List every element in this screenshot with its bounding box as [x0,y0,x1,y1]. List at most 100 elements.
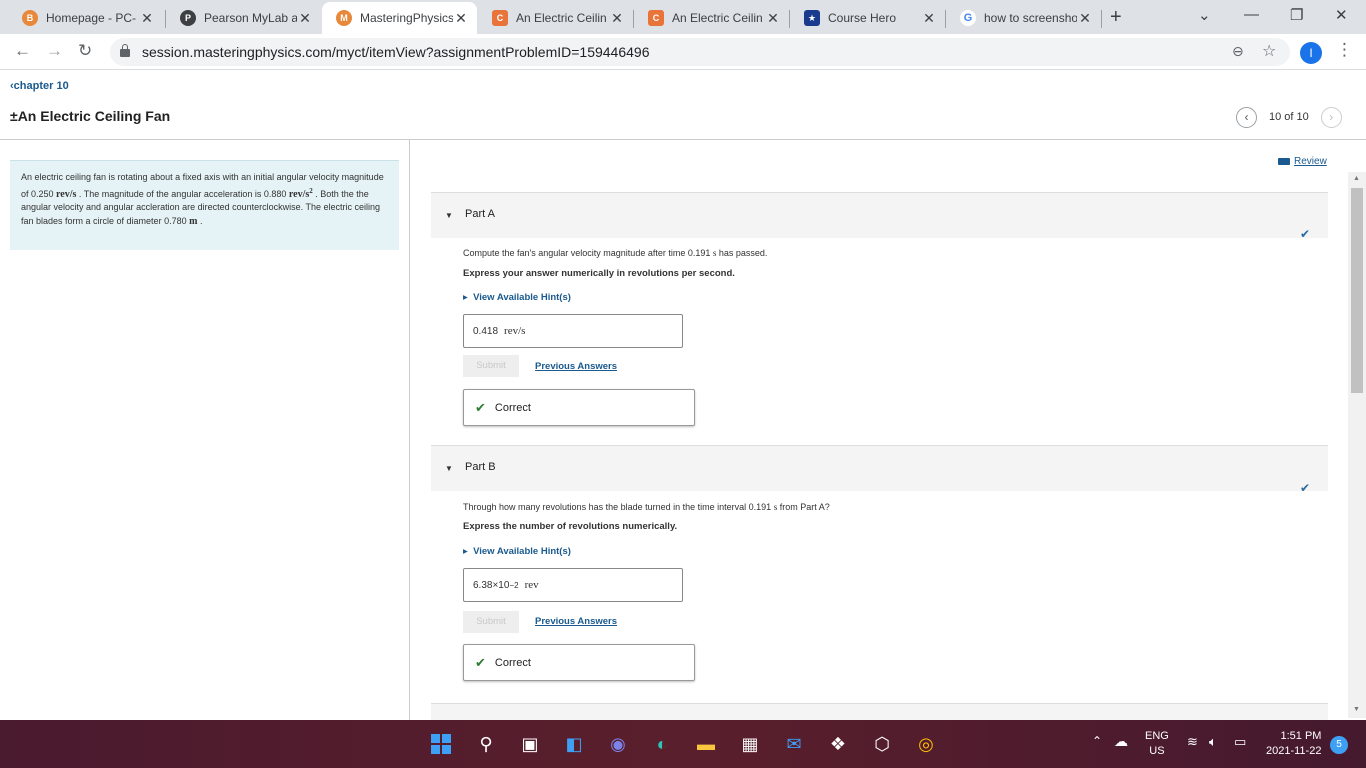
submit-button[interactable]: Submit [463,355,519,377]
breadcrumb[interactable]: ‹chapter 10 [10,80,69,92]
part-label: Part A [465,208,495,220]
close-icon[interactable]: ✕ [765,10,781,27]
chevron-up-icon[interactable]: ⌃ [1092,734,1102,748]
tab-title: An Electric Ceilin [516,11,607,25]
answer-value: 0.418 [473,325,499,337]
scroll-down-arrow-icon[interactable]: ▼ [1353,706,1360,713]
close-icon[interactable]: ✕ [453,10,469,27]
mail-icon[interactable]: ✉ [780,730,808,758]
url-text: session.masteringphysics.com/myct/itemVi… [142,44,650,60]
microsoft-store-icon[interactable]: ▦ [736,730,764,758]
pearson-favicon-icon: P [180,10,196,26]
submit-button[interactable]: Submit [463,611,519,633]
close-icon[interactable]: ✕ [297,10,313,27]
tab-search-chevron-icon[interactable]: ⌄ [1198,6,1211,24]
part-c-header[interactable] [431,703,1328,720]
clock[interactable]: 1:51 PM 2021-11-22 [1266,730,1321,757]
part-a-header[interactable]: ▼ Part A ✔ [431,192,1328,241]
chrome-icon[interactable]: ◎ [912,730,940,758]
browser-tab-mastering-physics[interactable]: M MasteringPhysics ✕ [322,2,477,34]
part-b-header[interactable]: ▼ Part B ✔ [431,445,1328,495]
tab-separator [1101,10,1102,28]
search-icon[interactable]: ⚲ [472,730,500,758]
answer-field[interactable]: 0.418 rev/s [463,314,683,348]
tab-title: An Electric Ceilin [672,11,763,25]
minimize-icon[interactable]: — [1244,6,1259,23]
close-icon[interactable]: ✕ [609,10,625,27]
feedback-text: Correct [494,656,531,669]
checkmark-icon: ✔ [1299,227,1310,241]
edge-browser-icon[interactable]: ◐ [648,730,676,758]
previous-item-button[interactable]: ‹ [1236,106,1257,128]
window-close-icon[interactable]: ✕ [1335,6,1348,24]
next-item-button[interactable]: › [1320,106,1342,128]
scroll-up-arrow-icon[interactable]: ▲ [1353,175,1360,182]
view-hints-link[interactable]: ▸ View Available Hint(s) [463,546,571,557]
answer-field[interactable]: 6.38×10 −2 rev [463,568,683,602]
page-title: ±An Electric Ceiling Fan [10,108,170,124]
task-view-icon[interactable]: ▣ [516,730,544,758]
windows-taskbar: ⚲ ▣ ◧ ◉ ◐ ▬ ▦ ✉ ❖ ⬡ ◎ ⌃ ☁ ENG US ≋ 🔈︎ ▭ … [0,720,1366,768]
browser-tab-chegg-1[interactable]: C An Electric Ceilin ✕ [478,4,633,32]
breadcrumb-label: chapter 10 [13,80,69,92]
browser-tab-bar: B Homepage - PC- ✕ P Pearson MyLab a ✕ M… [0,0,1366,34]
question-text: Through how many revolutions has the bla… [463,502,830,512]
browser-tab-course-hero[interactable]: ★ Course Hero ✕ [790,4,945,32]
browser-tab-homepage[interactable]: B Homepage - PC- ✕ [8,4,163,32]
zoom-magnifier-icon[interactable]: ⊖ [1232,43,1244,60]
scrollbar-thumb[interactable] [1351,188,1363,393]
browser-tab-chegg-2[interactable]: C An Electric Ceilin ✕ [634,4,789,32]
close-icon[interactable]: ✕ [921,10,937,27]
problem-statement: An electric ceiling fan is rotating abou… [10,160,399,250]
tab-title: MasteringPhysics [360,11,453,25]
back-arrow-icon[interactable]: ← [14,41,31,61]
reload-icon[interactable]: ↻ [78,41,92,61]
bookmark-star-icon[interactable]: ☆ [1262,41,1276,61]
battery-icon[interactable]: ▭ [1234,734,1246,750]
browser-tab-pearson[interactable]: P Pearson MyLab a ✕ [166,4,321,32]
caret-right-icon: ▸ [463,292,468,303]
tab-title: Pearson MyLab a [204,11,297,25]
notification-badge[interactable]: 5 [1330,736,1348,754]
pager-count: 10 of 10 [1269,111,1309,123]
language-indicator[interactable]: ENG US [1145,730,1169,757]
problem-text: . [197,215,203,226]
language-code: ENG [1145,730,1169,742]
answer-unit: rev [524,579,539,591]
new-tab-plus-icon[interactable]: + [1110,6,1122,29]
windows-start-icon[interactable] [431,734,451,754]
previous-answers-link[interactable]: Previous Answers [535,361,617,372]
app-icon[interactable]: ⬡ [868,730,896,758]
tab-title: Homepage - PC- [46,11,137,25]
teams-chat-icon[interactable]: ◉ [604,730,632,758]
part-b: ▼ Part B ✔ Through how many revolutions … [431,445,1328,690]
browser-tab-google[interactable]: G how to screensho ✕ [946,4,1101,32]
cloud-icon[interactable]: ☁ [1114,733,1128,750]
dropbox-icon[interactable]: ❖ [824,730,852,758]
forward-arrow-icon[interactable]: → [46,41,63,61]
unit-text: rev/s [288,188,310,200]
answer-unit: rev/s [504,325,526,337]
widgets-icon[interactable]: ◧ [560,730,588,758]
clock-date: 2021-11-22 [1266,745,1322,757]
close-icon[interactable]: ✕ [1077,10,1093,27]
answer-value: 6.38×10 [473,579,510,591]
coursehero-favicon-icon: ★ [804,10,820,26]
wifi-icon[interactable]: ≋ [1187,734,1198,750]
close-icon[interactable]: ✕ [139,10,155,27]
volume-icon[interactable]: 🔈︎ [1209,734,1217,750]
feedback-box: ✔ Correct [463,644,695,681]
profile-avatar[interactable]: I [1300,42,1322,64]
part-label: Part B [465,461,496,473]
page-scrollbar[interactable]: ▲ ▼ [1348,172,1366,718]
check-icon: ✔ [475,654,486,670]
omnibox[interactable]: session.masteringphysics.com/myct/itemVi… [110,38,1290,66]
browser-menu-icon[interactable]: ⋮ [1336,40,1353,60]
file-explorer-icon[interactable]: ▬ [692,730,720,758]
caret-down-icon: ▼ [445,464,453,473]
previous-answers-link[interactable]: Previous Answers [535,616,617,627]
restore-icon[interactable]: ❐ [1290,6,1303,24]
instruction-text: Express the number of revolutions numeri… [463,521,678,532]
view-hints-link[interactable]: ▸ View Available Hint(s) [463,292,571,303]
checkmark-icon: ✔ [1299,481,1310,495]
